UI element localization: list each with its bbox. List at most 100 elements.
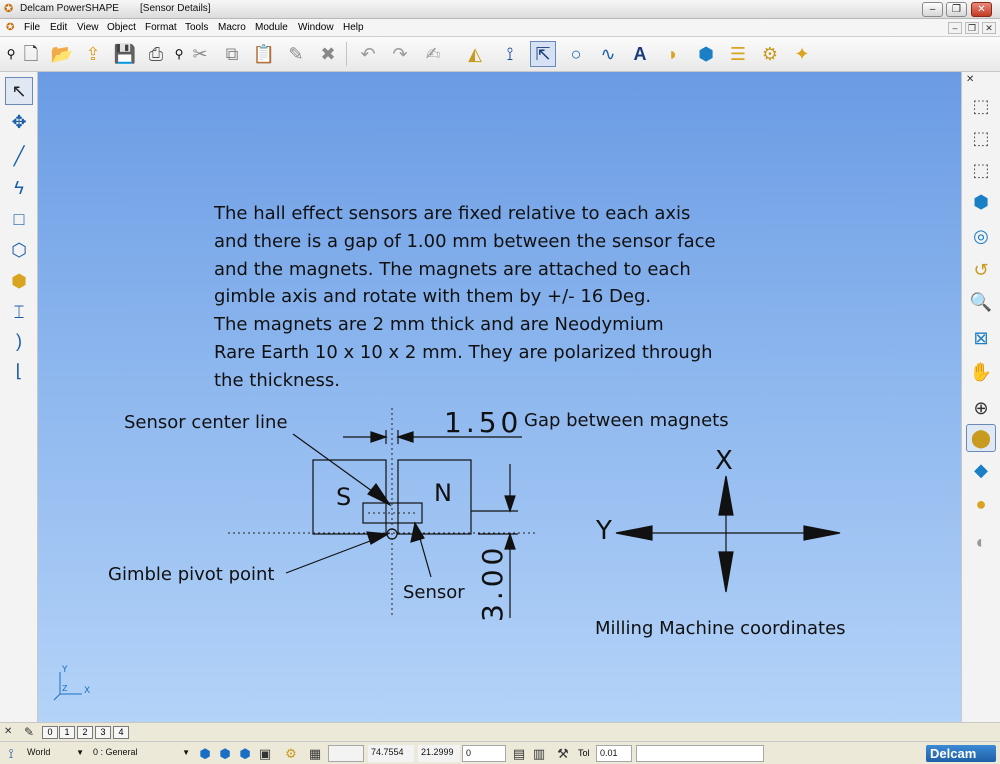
- arc-icon[interactable]: ∿: [595, 41, 621, 67]
- solid-icon[interactable]: ⬢: [693, 41, 719, 67]
- doc-minimize-button[interactable]: –: [948, 22, 962, 34]
- coord-z-field[interactable]: 0: [462, 745, 506, 762]
- snap-icon-2[interactable]: ⬢: [216, 745, 234, 762]
- wizard-icon[interactable]: ✦: [789, 41, 815, 67]
- dimension-icon[interactable]: ⌶: [5, 298, 33, 326]
- view-iso-icon[interactable]: ⬚: [966, 92, 996, 120]
- corner-icon[interactable]: [5, 362, 33, 390]
- menu-file[interactable]: File: [24, 22, 40, 33]
- copy-icon[interactable]: ⧉: [219, 41, 245, 67]
- view-camera-icon[interactable]: ◎: [966, 222, 996, 250]
- view-tab-4[interactable]: 4: [113, 726, 129, 739]
- layer-tool-icon[interactable]: ✎: [24, 725, 34, 739]
- transform-icon[interactable]: ✥: [5, 108, 33, 136]
- circle-icon[interactable]: ○: [563, 41, 589, 67]
- edit-icon[interactable]: ✎: [283, 41, 309, 67]
- panel-close-icon[interactable]: ✕: [966, 74, 974, 85]
- view-top-icon[interactable]: ⬢: [966, 188, 996, 216]
- rectangle-icon[interactable]: □: [5, 205, 33, 233]
- command-field[interactable]: [636, 745, 764, 762]
- view-tab-2[interactable]: 2: [77, 726, 93, 739]
- cube-icon[interactable]: ⬢: [5, 267, 33, 295]
- zoom-box-icon[interactable]: ⊠: [966, 324, 996, 352]
- fillet-icon[interactable]: ): [5, 327, 33, 355]
- view-tab-0[interactable]: 0: [42, 726, 58, 739]
- menu-help[interactable]: Help: [343, 22, 364, 33]
- save-icon[interactable]: 💾: [112, 41, 138, 67]
- import-icon[interactable]: ⇪: [80, 41, 106, 67]
- pin-icon[interactable]: ⚲: [3, 41, 19, 67]
- select-arrow-icon[interactable]: ↖: [5, 77, 33, 105]
- pin2-icon[interactable]: ⚲: [172, 41, 186, 67]
- coord-x-arrow-down: [718, 551, 734, 593]
- principal-plane-icon[interactable]: ▥: [530, 745, 548, 762]
- line-icon[interactable]: ╱: [5, 142, 33, 170]
- delete-icon[interactable]: ✖: [315, 41, 341, 67]
- calculator-icon[interactable]: ▤: [510, 745, 528, 762]
- toolbar-separator: [346, 42, 347, 66]
- coord-y-field: 21.2999: [418, 745, 460, 762]
- redo-icon[interactable]: ↷: [387, 41, 413, 67]
- view-tab-3[interactable]: 3: [95, 726, 111, 739]
- coord-x-arrow-up: [718, 475, 734, 516]
- plane-icon[interactable]: ◆: [966, 456, 996, 484]
- snap-icon-1[interactable]: ⬢: [196, 745, 214, 762]
- doc-close-button[interactable]: ✕: [982, 22, 996, 34]
- text-icon[interactable]: A: [627, 41, 653, 67]
- leader-pivot-arrow: [366, 531, 390, 545]
- graphics-canvas[interactable]: The hall effect sensors are fixed relati…: [38, 72, 961, 722]
- menu-window[interactable]: Window: [298, 22, 334, 33]
- status-bar: ⟟ World ▼ 0 : General ▼ ⬢ ⬢ ⬢ ▣ ⚙ ▦ 74.755…: [0, 741, 1000, 764]
- snap-icon-4[interactable]: ▣: [256, 745, 274, 762]
- measure-icon[interactable]: ⚒: [554, 745, 572, 762]
- draw-pen-icon[interactable]: ✍: [420, 41, 446, 67]
- menu-macro[interactable]: Macro: [218, 22, 246, 33]
- view-side-icon[interactable]: ⬚: [966, 156, 996, 184]
- polyline-icon[interactable]: ϟ: [5, 174, 33, 202]
- zoom-icon[interactable]: 🔍: [966, 288, 996, 316]
- general-edit-icon[interactable]: ⇱: [530, 41, 556, 67]
- layers-icon[interactable]: ☰: [725, 41, 751, 67]
- materials-icon[interactable]: ◐: [966, 528, 996, 556]
- coord-mode-icon[interactable]: ⚙: [282, 745, 300, 762]
- snap-icon-3[interactable]: ⬢: [236, 745, 254, 762]
- view-front-icon[interactable]: ⬚: [966, 124, 996, 152]
- shaded-icon[interactable]: ⬤: [966, 424, 996, 452]
- surface-icon[interactable]: ◗: [660, 41, 686, 67]
- label-gap-between-magnets: Gap between magnets: [524, 410, 729, 431]
- workplane-select[interactable]: World ▼: [24, 745, 86, 762]
- triad-x-label: X: [84, 686, 91, 696]
- menu-edit[interactable]: Edit: [50, 22, 67, 33]
- maximize-button[interactable]: ❐: [946, 2, 967, 17]
- shading-icon[interactable]: ◭: [462, 41, 488, 67]
- new-file-icon[interactable]: 🗋: [18, 41, 44, 67]
- pan-hand-icon[interactable]: ✋: [966, 358, 996, 386]
- print-icon[interactable]: ⎙: [143, 41, 169, 67]
- doc-restore-button[interactable]: ❐: [965, 22, 979, 34]
- document-icon[interactable]: ✪: [6, 22, 14, 33]
- rotate-view-icon[interactable]: ↺: [966, 256, 996, 284]
- light-icon[interactable]: ●: [966, 490, 996, 518]
- open-folder-icon[interactable]: 📂: [49, 41, 75, 67]
- menu-module[interactable]: Module: [255, 22, 288, 33]
- grid-icon[interactable]: ▦: [306, 745, 324, 762]
- minimize-button[interactable]: –: [922, 2, 943, 17]
- paste-icon[interactable]: 📋: [251, 41, 277, 67]
- document-title: [Sensor Details]: [140, 3, 211, 14]
- settings-icon[interactable]: ⚙: [757, 41, 783, 67]
- view-tab-1[interactable]: 1: [59, 726, 75, 739]
- tolerance-field[interactable]: 0.01: [596, 745, 632, 762]
- undo-icon[interactable]: ↶: [355, 41, 381, 67]
- menu-format[interactable]: Format: [145, 22, 177, 33]
- cut-icon[interactable]: ✂: [187, 41, 213, 67]
- close-button[interactable]: ✕: [971, 2, 992, 17]
- label-sensor: Sensor: [403, 582, 465, 603]
- polygon-icon[interactable]: ⬡: [5, 236, 33, 264]
- level-select[interactable]: 0 : General ▼: [90, 745, 192, 762]
- tabs-close-icon[interactable]: ✕: [4, 726, 12, 737]
- workplane-icon[interactable]: ⟟: [497, 41, 523, 67]
- menu-view[interactable]: View: [77, 22, 99, 33]
- wireframe-icon[interactable]: ⊕: [966, 394, 996, 422]
- menu-object[interactable]: Object: [107, 22, 136, 33]
- menu-tools[interactable]: Tools: [185, 22, 208, 33]
